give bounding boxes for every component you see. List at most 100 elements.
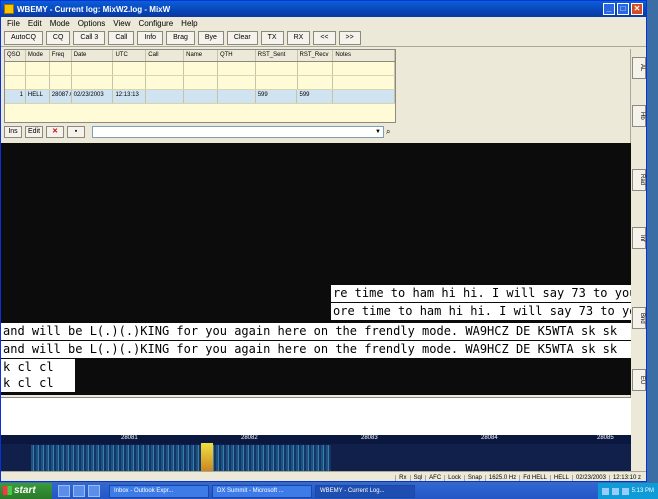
- call-button[interactable]: Call: [108, 30, 135, 45]
- quicklaunch-desktop-icon[interactable]: [73, 485, 85, 497]
- transmit-window[interactable]: [1, 397, 631, 435]
- cell[interactable]: [333, 90, 395, 103]
- cell[interactable]: [333, 62, 396, 75]
- col-freq[interactable]: Freq: [50, 50, 72, 61]
- sidebar-tab-bnd[interactable]: Bnd: [632, 307, 646, 329]
- edit-button[interactable]: Edit: [25, 126, 43, 138]
- menu-file[interactable]: File: [3, 19, 24, 28]
- autocq-button[interactable]: AutoCQ: [4, 30, 43, 45]
- magnifier-icon[interactable]: ⌕: [386, 126, 396, 138]
- quicklaunch-ie-icon[interactable]: [58, 485, 70, 497]
- col-rst-sent[interactable]: RST_Sent: [256, 50, 298, 61]
- cell[interactable]: [72, 62, 114, 75]
- tray-icon[interactable]: [601, 487, 609, 495]
- chevron-down-icon[interactable]: ▼: [373, 127, 383, 137]
- maximize-button[interactable]: □: [617, 3, 629, 15]
- cell[interactable]: 12:13:13: [113, 90, 147, 103]
- quicklaunch-app-icon[interactable]: [88, 485, 100, 497]
- col-utc[interactable]: UTC: [113, 50, 147, 61]
- cell[interactable]: [218, 90, 256, 103]
- status-mode[interactable]: HELL: [549, 474, 572, 481]
- receive-window[interactable]: re time to ham hi hi. I will say 73 to y…: [1, 143, 631, 395]
- cell[interactable]: 599: [297, 90, 334, 103]
- status-rx[interactable]: Rx: [395, 474, 409, 481]
- cell[interactable]: [298, 76, 334, 89]
- menu-options[interactable]: Options: [74, 19, 110, 28]
- cell[interactable]: [26, 62, 50, 75]
- sidebar-tab-inf[interactable]: Inf: [632, 227, 646, 249]
- cell[interactable]: [5, 76, 26, 89]
- col-date[interactable]: Date: [72, 50, 114, 61]
- cell[interactable]: [218, 76, 256, 89]
- cell[interactable]: [184, 90, 218, 103]
- cell[interactable]: [72, 76, 114, 89]
- col-rst-recv[interactable]: RST_Recv: [298, 50, 334, 61]
- col-qth[interactable]: QTH: [218, 50, 256, 61]
- sidebar-tab-eu[interactable]: EU: [632, 369, 646, 391]
- cell[interactable]: [146, 76, 185, 89]
- sidebar-tab-hb[interactable]: Hb: [632, 105, 646, 127]
- title-bar[interactable]: WBEMY - Current log: MixW2.log - MixW _ …: [1, 1, 646, 17]
- cell[interactable]: [184, 62, 218, 75]
- cq-button[interactable]: CQ: [45, 30, 71, 45]
- clear-button[interactable]: Clear: [226, 30, 258, 45]
- cell[interactable]: 599: [256, 90, 298, 103]
- menu-configure[interactable]: Configure: [134, 19, 177, 28]
- cell[interactable]: [113, 76, 147, 89]
- col-name[interactable]: Name: [184, 50, 218, 61]
- start-button[interactable]: start: [0, 483, 52, 499]
- status-frequency[interactable]: 1625.0 Hz: [484, 474, 519, 481]
- col-call[interactable]: Call: [146, 50, 185, 61]
- task-mixw[interactable]: WBEMY - Current Log...: [315, 484, 415, 498]
- menu-help[interactable]: Help: [177, 19, 201, 28]
- cell[interactable]: [26, 76, 50, 89]
- menu-mode[interactable]: Mode: [46, 19, 74, 28]
- tx-button[interactable]: TX: [260, 30, 284, 45]
- next-button[interactable]: >>: [338, 30, 361, 45]
- cell[interactable]: [333, 76, 396, 89]
- close-button[interactable]: ✕: [631, 3, 643, 15]
- tray-icon[interactable]: [611, 487, 619, 495]
- col-mode[interactable]: Mode: [26, 50, 50, 61]
- cell[interactable]: 1: [5, 90, 26, 103]
- delete-button[interactable]: ✕: [46, 126, 64, 138]
- status-afc[interactable]: AFC: [425, 474, 444, 481]
- brag-button[interactable]: Brag: [166, 30, 195, 45]
- call3-button[interactable]: Call 3: [73, 30, 106, 45]
- status-lock[interactable]: Lock: [444, 474, 464, 481]
- waterfall-display[interactable]: 28081 28082 28083 28084 28085: [1, 435, 631, 473]
- cell[interactable]: [50, 76, 72, 89]
- cell[interactable]: [298, 62, 334, 75]
- log-search-combo[interactable]: ▼: [92, 126, 384, 138]
- cell[interactable]: [218, 62, 256, 75]
- sidebar-tab-rad[interactable]: Rad: [632, 169, 646, 191]
- insert-button[interactable]: Ins: [4, 126, 22, 138]
- menu-view[interactable]: View: [109, 19, 134, 28]
- status-sql[interactable]: Sql: [409, 474, 426, 481]
- log-grid[interactable]: QSO Mode Freq Date UTC Call Name QTH RST…: [4, 49, 396, 123]
- cell[interactable]: 02/23/2003: [72, 90, 114, 103]
- minimize-button[interactable]: _: [603, 3, 615, 15]
- rx-button[interactable]: RX: [286, 30, 311, 45]
- cell[interactable]: [256, 62, 298, 75]
- cell[interactable]: [146, 62, 185, 75]
- save-button[interactable]: ▪: [67, 126, 85, 138]
- status-snap[interactable]: Snap: [463, 474, 485, 481]
- cell[interactable]: [50, 62, 72, 75]
- cell[interactable]: HELL: [26, 90, 50, 103]
- cell[interactable]: [146, 90, 185, 103]
- cell[interactable]: [113, 62, 147, 75]
- cell[interactable]: 28087.0: [50, 90, 72, 103]
- col-notes[interactable]: Notes: [333, 50, 396, 61]
- info-button[interactable]: Info: [137, 30, 164, 45]
- sidebar-tab-al[interactable]: AL: [632, 57, 646, 79]
- menu-edit[interactable]: Edit: [24, 19, 46, 28]
- clock[interactable]: 5:13 PM: [632, 483, 654, 499]
- task-browser[interactable]: DX Summit - Microsoft ...: [212, 484, 312, 498]
- bye-button[interactable]: Bye: [197, 30, 224, 45]
- table-row[interactable]: [5, 62, 396, 76]
- table-row[interactable]: [5, 76, 396, 90]
- cell[interactable]: [184, 76, 218, 89]
- col-qso[interactable]: QSO: [5, 50, 26, 61]
- status-mode-detail[interactable]: Fd HELL: [519, 474, 550, 481]
